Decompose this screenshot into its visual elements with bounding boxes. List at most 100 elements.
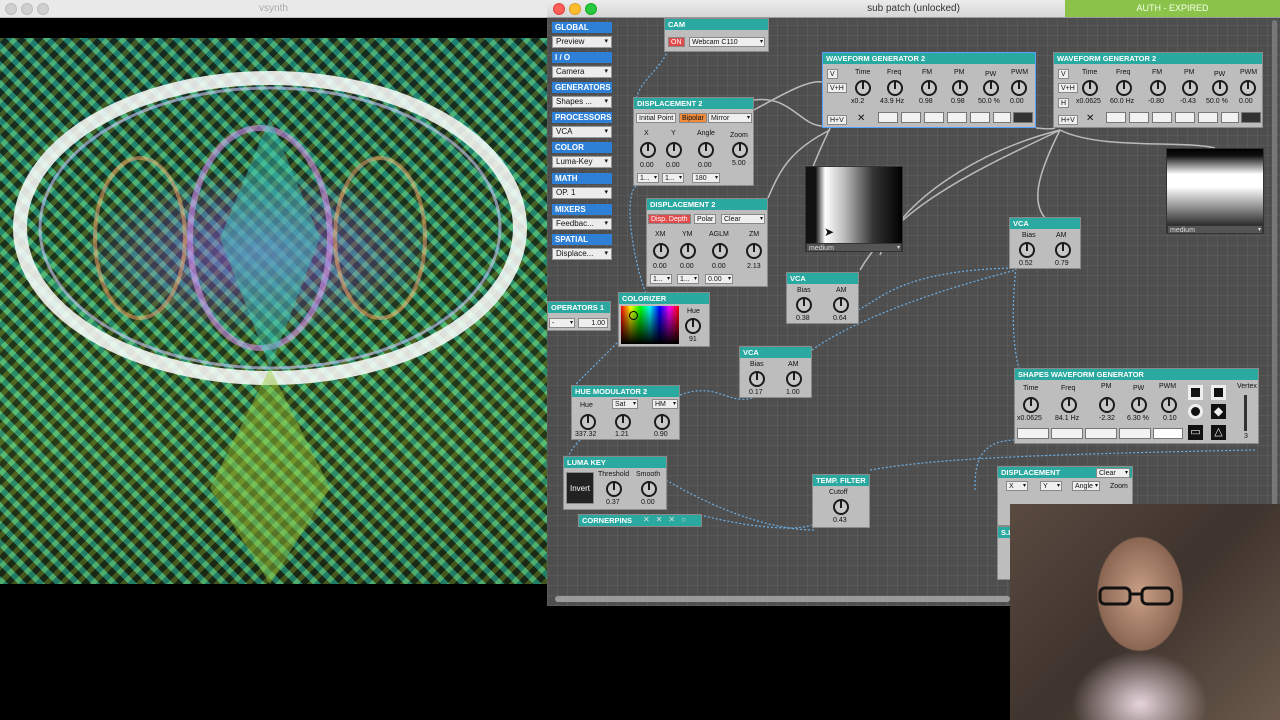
hue-mod-hm-select[interactable]: HM <box>652 399 678 409</box>
cam-on-button[interactable]: ON <box>668 37 685 47</box>
cornerpins-pin-icons[interactable]: ✕✕✕○ <box>643 515 692 524</box>
operators-module[interactable]: OPERATORS 1 - 1.00 <box>547 301 611 331</box>
waveform-generator-1[interactable]: WAVEFORM GENERATOR 2 V V+H H+V Time Freq… <box>822 52 1036 128</box>
wg1-noise-icon[interactable] <box>1013 112 1033 123</box>
wg2-sine-icon[interactable] <box>1106 112 1126 123</box>
disp-c-mode-select[interactable]: Clear <box>1096 468 1130 478</box>
partial-module[interactable]: S.L <box>997 526 1011 580</box>
colorizer-module[interactable]: COLORIZER Hue 91 <box>618 292 710 347</box>
disp-b-xm-select[interactable]: 1... <box>650 274 672 284</box>
vertex-slider[interactable] <box>1244 395 1247 431</box>
luma-key-module[interactable]: LUMA KEY Invert Threshold Smooth 0.37 0.… <box>563 456 667 510</box>
wg1-fm-knob[interactable] <box>921 80 937 96</box>
wg2-freq-knob[interactable] <box>1116 80 1132 96</box>
gradient-2-quality-select[interactable]: medium <box>1167 225 1263 235</box>
shapes-pm-knob[interactable] <box>1099 397 1115 413</box>
wg2-ramp-icon[interactable] <box>1175 112 1195 123</box>
wg2-pw-knob[interactable] <box>1212 80 1228 96</box>
minimize-window-icon[interactable] <box>569 3 581 15</box>
waveform-generator-2[interactable]: WAVEFORM GENERATOR 2 V V+H H H+V Time Fr… <box>1053 52 1263 128</box>
cam-module[interactable]: CAM ON Webcam C110 <box>664 18 769 52</box>
luma-key-threshold-knob[interactable] <box>606 481 622 497</box>
diamond-shape-icon[interactable]: ◆ <box>1211 404 1226 419</box>
close-window-icon[interactable] <box>553 3 565 15</box>
shapes-pwm-knob[interactable] <box>1161 397 1177 413</box>
disp-c-x-select[interactable]: X <box>1006 481 1028 491</box>
palette-select-mixers[interactable]: Feedbac... <box>552 218 612 230</box>
wg2-pm-knob[interactable] <box>1182 80 1198 96</box>
wg1-pw-knob[interactable] <box>983 80 999 96</box>
square-shape-icon[interactable] <box>1188 385 1203 400</box>
wg1-reset-icon[interactable]: ✕ <box>857 113 865 124</box>
wg2-time-knob[interactable] <box>1082 80 1098 96</box>
disp-b-depth-button[interactable]: Disp. Depth <box>648 214 691 224</box>
disp-b-aglm-select[interactable]: 0.00 <box>705 274 733 284</box>
shapes-waveform-generator[interactable]: SHAPES WAVEFORM GENERATOR Time Freq PM P… <box>1014 368 1259 444</box>
disp-b-ym-knob[interactable] <box>680 243 696 259</box>
wg1-ramp-icon[interactable] <box>947 112 967 123</box>
disp-a-x-select[interactable]: 1... <box>637 173 659 183</box>
wg2-square-icon[interactable] <box>1198 112 1218 123</box>
wg1-pm-knob[interactable] <box>952 80 968 96</box>
wg2-h-button[interactable]: H <box>1058 98 1070 108</box>
wg2-saw-icon[interactable] <box>1152 112 1172 123</box>
disp-a-angle-knob[interactable] <box>698 142 714 158</box>
palette-select-color[interactable]: Luma-Key <box>552 156 612 168</box>
disp-b-mode-select[interactable]: Clear <box>721 214 765 224</box>
circle-shape-icon[interactable] <box>1188 404 1203 419</box>
disp-a-y-knob[interactable] <box>666 142 682 158</box>
disp-b-polar-button[interactable]: Polar <box>694 214 717 224</box>
wg1-pwm-knob[interactable] <box>1011 80 1027 96</box>
shapes-freq-knob[interactable] <box>1061 397 1077 413</box>
disp-a-bipolar-button[interactable]: Bipolar <box>679 113 707 123</box>
palette-select-processors[interactable]: VCA <box>552 126 612 138</box>
zoom-window-icon[interactable] <box>37 3 49 15</box>
vca1-bias-knob[interactable] <box>1019 242 1035 258</box>
disp-b-aglm-knob[interactable] <box>712 243 728 259</box>
shapes-pw-knob[interactable] <box>1131 397 1147 413</box>
wg1-freq-knob[interactable] <box>887 80 903 96</box>
shapes-ramp-icon[interactable] <box>1119 428 1151 439</box>
wg1-hv-button[interactable]: H+V <box>827 115 847 125</box>
operators-op-select[interactable]: - <box>549 318 575 328</box>
wg2-v-button[interactable]: V <box>1058 69 1069 79</box>
displacement-module-b[interactable]: DISPLACEMENT 2 Disp. Depth Polar Clear X… <box>646 198 768 287</box>
disp-b-xm-knob[interactable] <box>653 243 669 259</box>
wg2-vh-button[interactable]: V+H <box>1058 83 1078 93</box>
wg2-reset-icon[interactable]: ✕ <box>1086 113 1094 124</box>
hue-mod-hue-knob[interactable] <box>580 414 596 430</box>
video-window-titlebar[interactable]: vsynth <box>0 0 547 18</box>
wg1-sine-icon[interactable] <box>878 112 898 123</box>
disp-c-angle-select[interactable]: Angle <box>1072 481 1100 491</box>
hue-mod-sat-knob[interactable] <box>615 414 631 430</box>
disp-a-mode-select[interactable]: Mirror <box>708 113 752 123</box>
triangle-shape-icon[interactable]: △ <box>1211 425 1226 440</box>
luma-key-invert-button[interactable]: Invert <box>566 472 594 504</box>
wg1-triangle-icon[interactable] <box>901 112 921 123</box>
palette-select-generators[interactable]: Shapes ... <box>552 96 612 108</box>
color-picker-handle[interactable] <box>629 311 638 320</box>
cam-device-select[interactable]: Webcam C110 <box>689 37 765 47</box>
displacement-module-a[interactable]: DISPLACEMENT 2 Initial Point Bipolar Mir… <box>633 97 754 186</box>
disp-a-x-knob[interactable] <box>640 142 656 158</box>
rounded-square-shape-icon[interactable] <box>1211 385 1226 400</box>
disp-b-zm-knob[interactable] <box>746 243 762 259</box>
minimize-window-icon[interactable] <box>21 3 33 15</box>
colorizer-hue-knob[interactable] <box>685 318 701 334</box>
vca-module-3[interactable]: VCA Bias AM 0.17 1.00 <box>739 346 812 398</box>
horizontal-scrollbar[interactable] <box>555 596 1010 602</box>
vca-module-2[interactable]: VCA Bias AM 0.38 0.64 <box>786 272 859 324</box>
disp-a-angle-select[interactable]: 180 <box>692 173 720 183</box>
color-picker-area[interactable] <box>621 306 679 344</box>
vertical-scrollbar[interactable] <box>1272 20 1277 580</box>
zoom-window-icon[interactable] <box>585 3 597 15</box>
palette-select-spatial[interactable]: Displace... <box>552 248 612 260</box>
shapes-square-icon[interactable] <box>1153 428 1183 439</box>
cornerpins-module[interactable]: CORNERPINS ✕✕✕○ <box>578 514 702 527</box>
palette-select-io[interactable]: Camera <box>552 66 612 78</box>
wg2-pulse-icon[interactable] <box>1221 112 1239 123</box>
wg2-hv-button[interactable]: H+V <box>1058 115 1078 125</box>
palette-select-global[interactable]: Preview <box>552 36 612 48</box>
wg1-v-button[interactable]: V <box>827 69 838 79</box>
wg2-noise-icon[interactable] <box>1241 112 1261 123</box>
